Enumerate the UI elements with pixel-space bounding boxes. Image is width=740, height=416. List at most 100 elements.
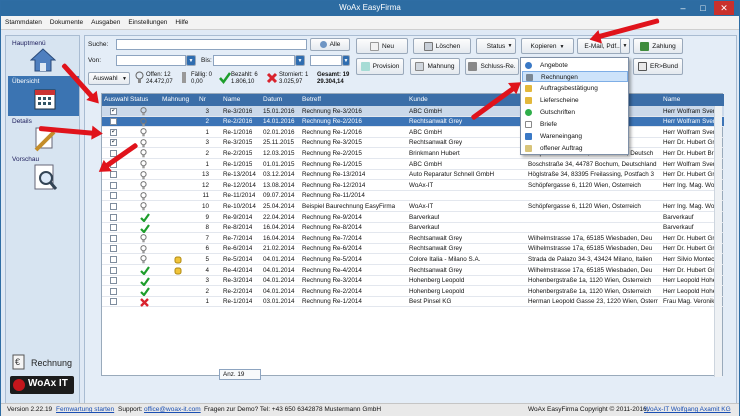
col-nr[interactable]: Nr — [199, 96, 206, 103]
grid-datum: 03.01.2014 — [263, 298, 295, 306]
selection-dropdown[interactable]: Auswahl ▼ — [88, 72, 130, 85]
invoice-app-icon: € — [12, 354, 25, 370]
table-row[interactable]: 5 Re-5/2014 04.01.2014 Rechnung Re-5/2014 Co… — [102, 254, 724, 265]
table-row[interactable]: 9 Re-9/2014 22.04.2014 Rechnung Re-9/2014 Ba… — [102, 212, 724, 223]
copy-menu-item-rechnungen[interactable]: Rechnungen — [522, 71, 628, 82]
extra-dropdown-button[interactable]: ▼ — [342, 55, 350, 66]
grid-nr: 4 — [205, 266, 209, 274]
sidebar-label-ubersicht: Übersicht — [12, 78, 40, 85]
table-row[interactable]: 3 Re-3/2015 25.11.2015 Rechnung Re-3/2015 Re… — [102, 138, 724, 149]
letter-icon — [525, 121, 532, 128]
row-checkbox[interactable] — [110, 255, 117, 263]
table-row[interactable]: 10 Re-10/2014 25.04.2014 Beispiel Baurechnu… — [102, 201, 724, 212]
table-row[interactable]: 1 Re-1/2015 01.01.2015 Rechnung Re-1/2015 AB… — [102, 159, 724, 170]
table-row[interactable]: 3 Re-3/2016 15.01.2016 Rechnung Re-3/2016 AB… — [102, 106, 724, 117]
email-dropdown-arrow[interactable]: ▼ — [620, 38, 630, 54]
menu-ausgaben[interactable]: Ausgaben — [87, 16, 124, 26]
er-bund-button[interactable]: ER>Bund — [633, 58, 683, 75]
maximize-button[interactable]: □ — [693, 1, 713, 15]
sidebar-item-vorschau[interactable]: Vorschau — [8, 154, 79, 194]
final-invoice-button[interactable]: Schluss-Re. — [465, 58, 519, 75]
stat-due: Fällig: 0 0,00 — [191, 72, 212, 86]
row-checkbox[interactable] — [110, 277, 117, 285]
row-checkbox[interactable] — [110, 171, 117, 179]
extra-filter-field[interactable] — [310, 55, 342, 66]
copy-menu-item-auftragsbestatigung[interactable]: Auftragsbestätigung — [522, 83, 628, 94]
table-row[interactable]: 13 Re-13/2014 03.12.2014 Rechnung Re-13/201… — [102, 170, 724, 181]
row-checkbox[interactable] — [110, 287, 117, 295]
grid-contact: Herr Dr. Hubert Gra — [663, 139, 715, 147]
from-dropdown-button[interactable]: ▼ — [186, 55, 196, 66]
status-dropdown-arrow[interactable]: ▼ — [505, 42, 515, 51]
col-auswahl[interactable]: Auswahl — [104, 96, 129, 103]
row-checkbox[interactable] — [110, 181, 117, 189]
row-checkbox[interactable] — [110, 245, 117, 253]
col-status[interactable]: Status — [130, 96, 148, 103]
table-row[interactable]: 6 Re-6/2014 21.02.2014 Rechnung Re-6/2014 Re… — [102, 244, 724, 255]
delete-button[interactable]: Löschen — [413, 38, 471, 54]
stat-total-value: 29.304,14 — [317, 79, 344, 85]
row-checkbox[interactable] — [110, 224, 117, 232]
row-checkbox[interactable] — [110, 192, 117, 200]
commission-button[interactable]: Provision — [356, 58, 404, 75]
grid-contact: Herr Leopold Hohe — [663, 287, 715, 295]
copy-menu-item-gutschriften[interactable]: Gutschriften — [522, 107, 628, 118]
support-email-link[interactable]: office@woax-it.com — [144, 406, 201, 413]
table-row[interactable]: 8 Re-8/2014 16.04.2014 Rechnung Re-8/2014 Ba… — [102, 223, 724, 234]
col-betreff[interactable]: Betreff — [302, 96, 321, 103]
table-row[interactable]: 4 Re-4/2014 04.01.2014 Rechnung Re-4/2014 Re… — [102, 265, 724, 276]
from-date-field[interactable] — [116, 55, 186, 66]
col-name[interactable]: Name — [223, 96, 240, 103]
all-button[interactable]: Alle — [310, 38, 350, 51]
remote-support-link[interactable]: Fernwartung starten — [56, 406, 114, 413]
minimize-button[interactable]: – — [673, 1, 693, 15]
row-checkbox[interactable] — [110, 234, 117, 242]
table-row[interactable]: 3 Re-3/2014 04.01.2014 Rechnung Re-3/2014 Ho… — [102, 276, 724, 287]
copy-menu-item-wareneingang[interactable]: Wareneingang — [522, 131, 628, 142]
lightbulb-icon — [140, 117, 147, 126]
row-checkbox[interactable] — [110, 139, 117, 147]
copy-menu-item-angebote[interactable]: Angebote — [522, 60, 628, 71]
menu-einstellungen[interactable]: Einstellungen — [124, 16, 171, 26]
row-checkbox[interactable] — [110, 107, 117, 115]
col-mahnung[interactable]: Mahnung — [162, 96, 189, 103]
copy-menu-item-lieferscheine[interactable]: Lieferscheine — [522, 95, 628, 106]
row-checkbox[interactable] — [110, 266, 117, 274]
row-checkbox[interactable] — [110, 213, 117, 221]
grid-scrollbar[interactable] — [714, 106, 722, 377]
sidebar-item-details[interactable]: Details — [8, 116, 79, 154]
col-kunde[interactable]: Kunde — [409, 96, 428, 103]
row-checkbox[interactable] — [110, 202, 117, 210]
row-checkbox[interactable] — [110, 128, 117, 136]
table-row[interactable]: 2 Re-2/2016 14.01.2016 Rechnung Re-2/2016 Re… — [102, 116, 724, 128]
col-datum[interactable]: Datum — [263, 96, 282, 103]
table-row[interactable]: 11 Re-11/2014 09.07.2014 Rechnung Re-11/201… — [102, 191, 724, 202]
new-button[interactable]: Neu — [356, 38, 408, 54]
search-input[interactable] — [116, 39, 307, 50]
row-checkbox[interactable] — [110, 118, 117, 126]
table-row[interactable]: 2 Re-2/2014 04.01.2014 Rechnung Re-2/2014 Ho… — [102, 286, 724, 297]
reminder-button[interactable]: Mahnung — [410, 58, 460, 75]
copy-menu-item-briefe[interactable]: Briefe — [522, 119, 628, 130]
table-row[interactable]: 7 Re-7/2014 16.04.2014 Rechnung Re-7/2014 Re… — [102, 233, 724, 244]
payment-button[interactable]: Zahlung — [633, 38, 683, 54]
table-row[interactable]: 1 Re-1/2014 03.01.2014 Rechnung Re-1/2014 Be… — [102, 297, 724, 308]
grid-name: Re-9/2014 — [223, 213, 253, 221]
copy-button[interactable]: Kopieren ▼ — [521, 38, 574, 54]
to-date-field[interactable] — [213, 55, 295, 66]
menu-stammdaten[interactable]: Stammdaten — [1, 16, 46, 26]
grid-contact: Barverkauf — [663, 224, 694, 232]
copy-menu-item-offener-auftrag[interactable]: offener Auftrag — [522, 143, 628, 154]
row-checkbox[interactable] — [110, 298, 117, 306]
company-link[interactable]: WoAx-IT Wolfgang Axamit KG — [644, 406, 731, 413]
col-contact-name[interactable]: Name — [663, 96, 680, 103]
table-row[interactable]: 1 Re-1/2016 02.01.2016 Rechnung Re-1/2016 AB… — [102, 127, 724, 138]
menu-dokumente[interactable]: Dokumente — [46, 16, 87, 26]
table-row[interactable]: 2 Re-2/2015 12.03.2015 Rechnung Re-2/2015 Br… — [102, 148, 724, 159]
grid-nr: 2 — [205, 118, 209, 126]
sidebar-item-ubersicht[interactable]: Übersicht — [8, 76, 79, 116]
menu-hilfe[interactable]: Hilfe — [171, 16, 192, 26]
close-button[interactable]: ✕ — [714, 1, 734, 15]
to-dropdown-button[interactable]: ▼ — [295, 55, 305, 66]
table-row[interactable]: 12 Re-12/2014 13.08.2014 Rechnung Re-12/201… — [102, 180, 724, 191]
